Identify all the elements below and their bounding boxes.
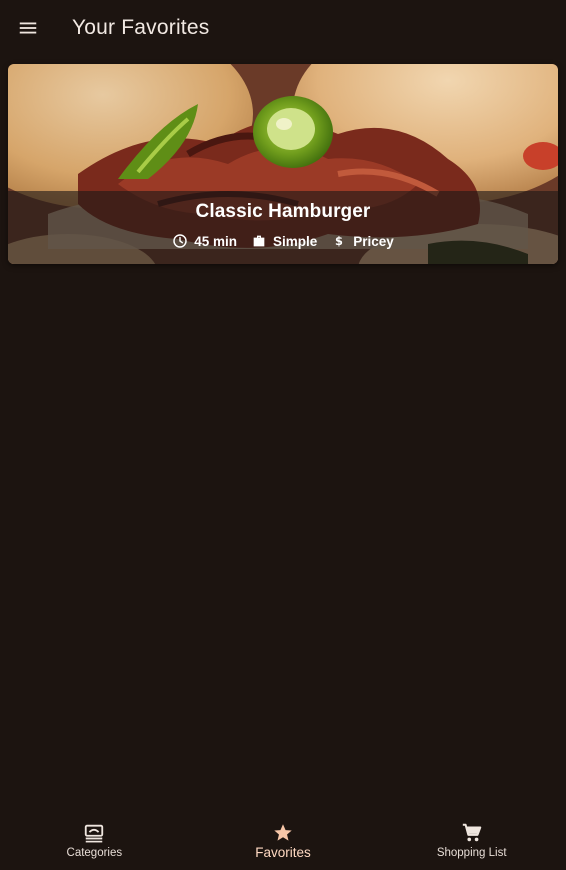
- tab-categories-label: Categories: [66, 847, 123, 859]
- meal-card[interactable]: Classic Hamburger 45 min Simple $ Pricey: [8, 64, 558, 264]
- work-icon: [253, 235, 265, 247]
- svg-text:$: $: [335, 234, 343, 248]
- tab-favorites[interactable]: Favorites: [189, 814, 378, 870]
- tab-shopping-list-label: Shopping List: [436, 847, 507, 859]
- tab-shopping-list[interactable]: Shopping List: [377, 814, 566, 870]
- dollar-icon: $: [335, 234, 343, 248]
- bottom-navigation: Categories Favorites Shopping List: [0, 814, 566, 870]
- meal-meta: 45 min Simple $ Pricey: [8, 233, 558, 249]
- cart-icon: [462, 823, 481, 842]
- app-bar: Your Favorites: [0, 0, 566, 56]
- meal-title: Classic Hamburger: [195, 201, 371, 222]
- meal-info-overlay: Classic Hamburger 45 min Simple $ Pricey: [8, 191, 558, 264]
- page-title: Your Favorites: [72, 16, 210, 39]
- tab-categories[interactable]: Categories: [0, 814, 189, 870]
- dinner-set-icon: [85, 824, 104, 843]
- meal-complexity-label: Simple: [272, 233, 318, 249]
- meal-duration: 45 min: [172, 233, 237, 249]
- meal-duration-label: 45 min: [194, 233, 237, 249]
- star-icon: [274, 824, 292, 841]
- meal-complexity: Simple: [251, 233, 317, 249]
- meal-affordability: $ Pricey: [331, 233, 394, 249]
- meal-affordability-label: Pricey: [353, 233, 394, 249]
- tab-favorites-label: Favorites: [255, 845, 311, 860]
- menu-button[interactable]: [0, 0, 56, 56]
- menu-icon: [19, 22, 37, 34]
- clock-icon: [173, 234, 187, 248]
- app-root: Your Favorites Classic Hamburger 45 min …: [0, 0, 566, 870]
